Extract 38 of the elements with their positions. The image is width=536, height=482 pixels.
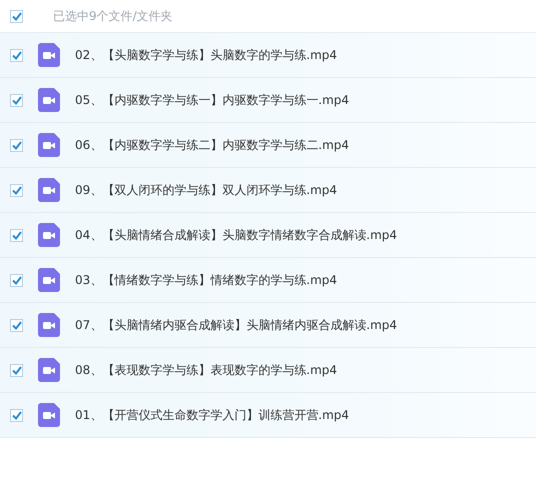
- file-row[interactable]: 06、【内驱数字学与练二】内驱数字学与练二.mp4: [0, 123, 536, 168]
- checkbox[interactable]: [10, 364, 23, 376]
- video-file-icon: [38, 43, 60, 67]
- video-file-icon: [38, 268, 60, 292]
- file-row[interactable]: 02、【头脑数字学与练】头脑数字的学与练.mp4: [0, 33, 536, 78]
- file-name: 04、【头脑情绪合成解读】头脑数字情绪数字合成解读.mp4: [75, 226, 398, 244]
- video-file-icon: [38, 403, 60, 427]
- checkbox[interactable]: [10, 274, 23, 286]
- checkbox[interactable]: [10, 138, 23, 152]
- file-row[interactable]: 07、【头脑情绪内驱合成解读】头脑情绪内驱合成解读.mp4: [0, 303, 536, 348]
- file-row[interactable]: 03、【情绪数字学与练】情绪数字的学与练.mp4: [0, 258, 536, 303]
- file-name: 08、【表现数字学与练】表现数字的学与练.mp4: [75, 362, 338, 378]
- file-name: 03、【情绪数字学与练】情绪数字的学与练.mp4: [75, 272, 338, 288]
- file-name: 09、【双人闭环的学与练】双人闭环学与练.mp4: [75, 182, 338, 198]
- file-row[interactable]: 01、【开营仪式生命数字学入门】训练营开营.mp4: [0, 393, 536, 438]
- video-file-icon: [38, 223, 60, 247]
- video-file-icon: [38, 313, 60, 337]
- video-file-icon: [38, 358, 60, 382]
- file-row[interactable]: 09、【双人闭环的学与练】双人闭环学与练.mp4: [0, 168, 536, 213]
- checkbox[interactable]: [10, 10, 23, 22]
- checkbox[interactable]: [10, 48, 23, 62]
- video-file-icon: [38, 133, 60, 157]
- file-name: 05、【内驱数字学与练一】内驱数字学与练一.mp4: [75, 92, 350, 108]
- file-row[interactable]: 08、【表现数字学与练】表现数字的学与练.mp4: [0, 348, 536, 393]
- checkbox[interactable]: [10, 408, 23, 422]
- file-row[interactable]: 04、【头脑情绪合成解读】头脑数字情绪数字合成解读.mp4: [0, 213, 536, 258]
- file-name: 07、【头脑情绪内驱合成解读】头脑情绪内驱合成解读.mp4: [75, 316, 398, 334]
- file-name: 02、【头脑数字学与练】头脑数字的学与练.mp4: [75, 46, 338, 64]
- video-file-icon: [38, 178, 60, 202]
- file-row[interactable]: 05、【内驱数字学与练一】内驱数字学与练一.mp4: [0, 78, 536, 123]
- checkbox[interactable]: [10, 228, 23, 242]
- checkbox[interactable]: [10, 184, 23, 196]
- file-name: 01、【开营仪式生命数字学入门】训练营开营.mp4: [75, 406, 350, 424]
- file-name: 06、【内驱数字学与练二】内驱数字学与练二.mp4: [75, 136, 350, 154]
- video-file-icon: [38, 88, 60, 112]
- checkbox[interactable]: [10, 94, 23, 106]
- checkbox[interactable]: [10, 318, 23, 332]
- selection-summary: 已选中9个文件/文件夹: [53, 8, 173, 24]
